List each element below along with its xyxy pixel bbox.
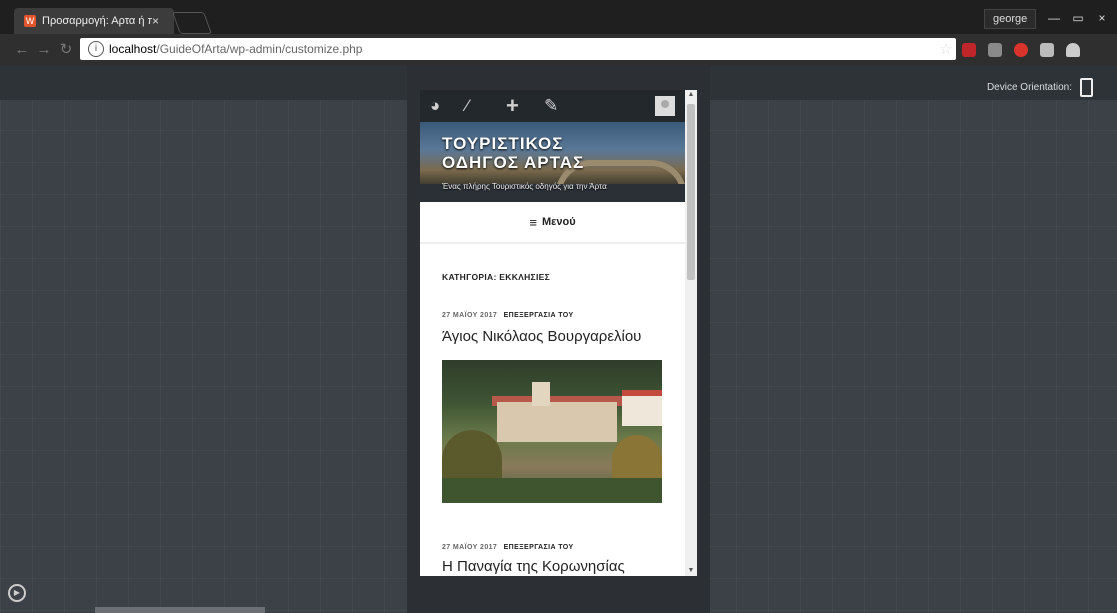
forward-arrow-icon[interactable]: → xyxy=(34,40,54,60)
post-featured-image[interactable] xyxy=(442,360,662,503)
extension-shield-icon[interactable] xyxy=(1014,43,1028,57)
play-circle-icon[interactable]: ▶ xyxy=(8,584,26,602)
post-date[interactable]: 27 ΜΑΪΟΥ 2017 xyxy=(442,312,497,319)
scroll-down-arrow-icon[interactable]: ▼ xyxy=(686,567,696,575)
post-edit-link[interactable]: ΕΠΕΞΕΡΓΑΣΙΑ ΤΟΥ xyxy=(504,544,574,551)
add-new-plus-icon[interactable]: + xyxy=(506,95,519,117)
menu-label: Μενού xyxy=(541,216,576,228)
menu-toggle[interactable]: ≡ Μενού xyxy=(420,202,685,244)
wp-admin-bar: ◕ ⁄ + ✎ xyxy=(420,90,685,122)
profile-user-button[interactable]: george xyxy=(984,9,1037,29)
dashboard-palette-icon[interactable]: ◕ xyxy=(430,96,440,116)
post-title[interactable]: Άγιος Νικόλαος Βουργαρελίου xyxy=(442,328,641,345)
back-arrow-icon[interactable]: ← xyxy=(12,40,32,60)
extension-drive-icon[interactable] xyxy=(1066,43,1080,57)
bookmark-star-icon[interactable]: ☆ xyxy=(936,40,956,60)
scroll-up-arrow-icon[interactable]: ▲ xyxy=(686,91,696,99)
url-host: localhost xyxy=(109,42,157,56)
archive-title: ΚΑΤΗΓΟΡΙΑ: ΕΚΚΛΗΣΙΕΣ xyxy=(442,272,550,282)
image-house xyxy=(622,390,662,426)
maximize-button[interactable]: ▭ xyxy=(1066,8,1090,28)
mobile-preview-screen: ◕ ⁄ + ✎ ΤΟΥΡΙΣΤΙΚΟΣ ΟΔΗΓΟΣ ΑΡΤΑΣ Ένας πλ… xyxy=(420,90,685,576)
extension-puzzle-icon[interactable] xyxy=(1040,43,1054,57)
device-orientation[interactable]: Device Orientation: xyxy=(987,78,1093,97)
site-info-icon[interactable]: i xyxy=(88,41,104,57)
site-title[interactable]: ΤΟΥΡΙΣΤΙΚΟΣ ΟΔΗΓΟΣ ΑΡΤΑΣ xyxy=(442,134,642,172)
customize-brush-icon[interactable]: ⁄ xyxy=(466,96,469,116)
url-path: /GuideOfArta/wp-admin/customize.php xyxy=(156,42,363,56)
address-bar[interactable]: i localhost /GuideOfArta/wp-admin/custom… xyxy=(80,38,956,60)
device-orientation-label: Device Orientation: xyxy=(986,82,1072,93)
phone-portrait-icon[interactable] xyxy=(1080,78,1093,97)
tab-close-icon[interactable]: × xyxy=(152,14,164,28)
new-tab-button[interactable] xyxy=(171,12,213,34)
extension-s-icon[interactable] xyxy=(988,43,1002,57)
browser-toolbar: ← → ↻ i localhost /GuideOfArta/wp-admin/… xyxy=(0,34,1117,66)
tab-title: Προσαρμογή: Αρτα ή πε xyxy=(42,15,152,27)
user-avatar[interactable] xyxy=(655,96,675,116)
reload-icon[interactable]: ↻ xyxy=(56,40,76,60)
post-edit-link[interactable]: ΕΠΕΞΕΡΓΑΣΙΑ ΤΟΥ xyxy=(504,312,574,319)
browser-tab[interactable]: W Προσαρμογή: Αρτα ή πε × xyxy=(14,8,174,34)
post-meta: 27 ΜΑΪΟΥ 2017 ΕΠΕΞΕΡΓΑΣΙΑ ΤΟΥ xyxy=(442,544,574,551)
horizontal-scrollbar[interactable] xyxy=(95,607,265,613)
post-meta: 27 ΜΑΪΟΥ 2017 ΕΠΕΞΕΡΓΑΣΙΑ ΤΟΥ xyxy=(442,312,574,319)
hamburger-menu-icon: ≡ xyxy=(529,214,537,230)
browser-tab-bar: W Προσαρμογή: Αρτα ή πε × george — ▭ × xyxy=(0,0,1117,34)
wp-favicon-icon: W xyxy=(24,15,36,27)
post-date[interactable]: 27 ΜΑΪΟΥ 2017 xyxy=(442,544,497,551)
extension-red-icon[interactable] xyxy=(962,43,976,57)
edit-pencil-icon[interactable]: ✎ xyxy=(544,96,558,116)
site-header: ΤΟΥΡΙΣΤΙΚΟΣ ΟΔΗΓΟΣ ΑΡΤΑΣ Ένας πλήρης Του… xyxy=(420,122,685,202)
site-description: Ένας πλήρης Τουριστικός οδηγός για την Ά… xyxy=(442,182,607,191)
close-window-button[interactable]: × xyxy=(1090,8,1114,28)
image-ground xyxy=(442,478,662,503)
minimize-button[interactable]: — xyxy=(1042,8,1066,28)
image-church xyxy=(497,402,617,442)
post-title[interactable]: Η Παναγία της Κορωνησίας xyxy=(442,558,625,575)
image-church-tower xyxy=(532,382,550,406)
preview-scroll-thumb[interactable] xyxy=(687,104,695,280)
